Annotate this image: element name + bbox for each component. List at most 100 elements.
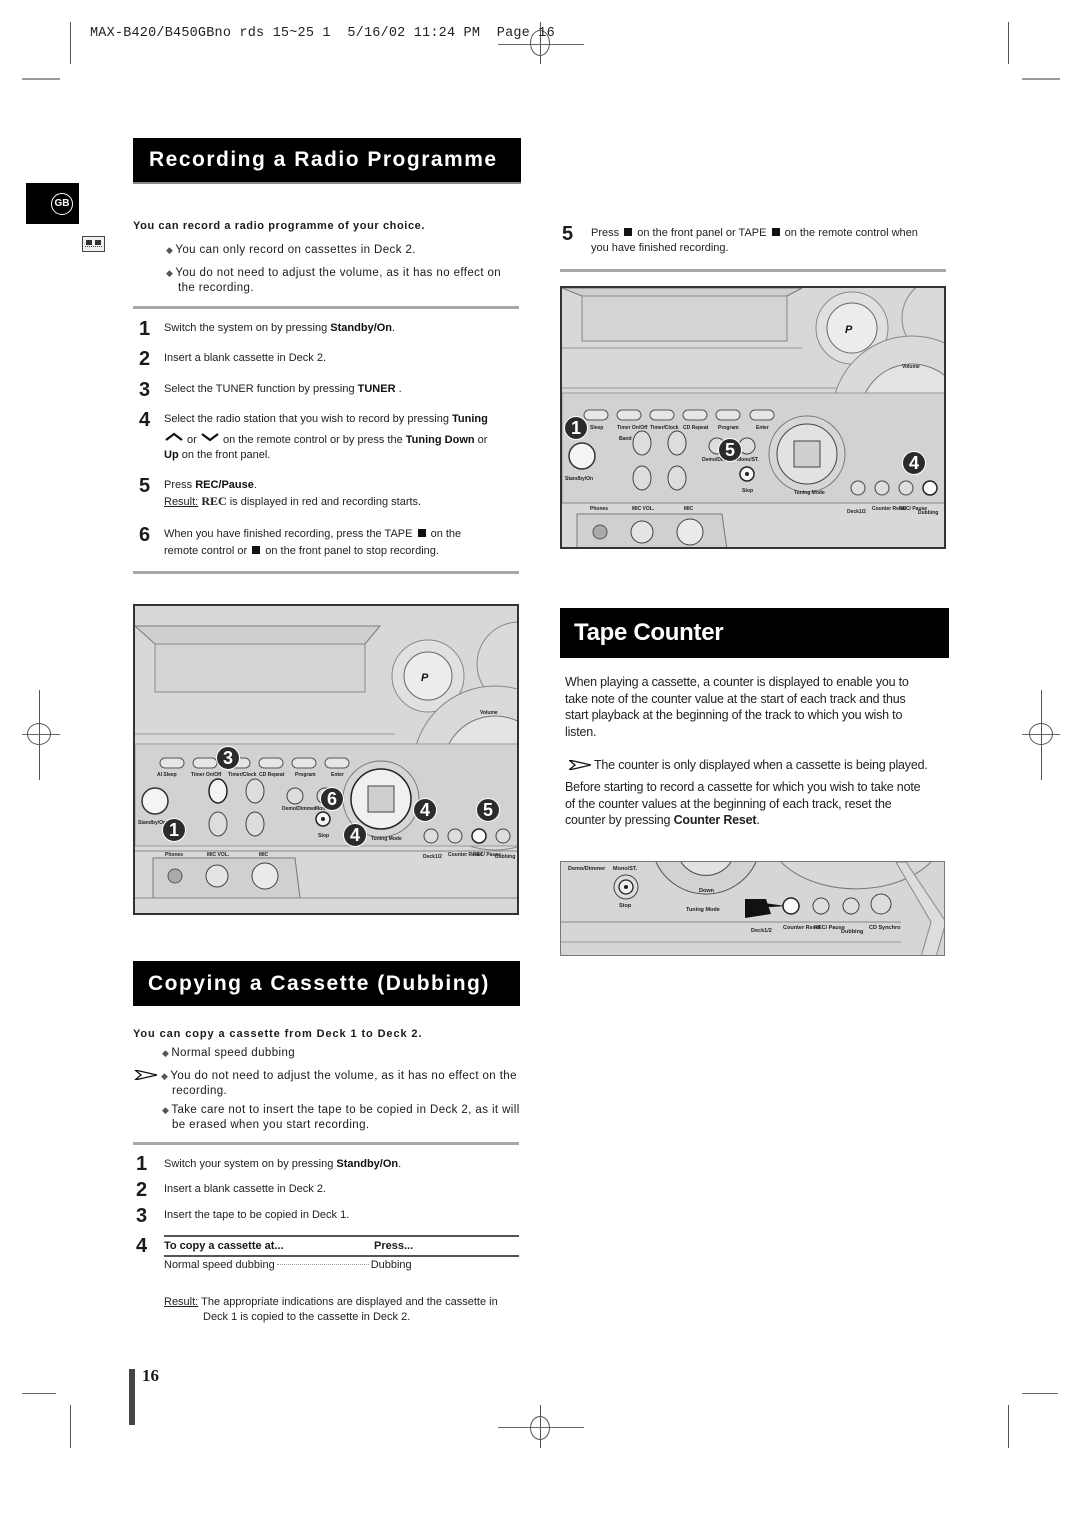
step-result: Result: The appropriate indications are … [164,1296,498,1308]
panel-label: Deck1/2 [847,509,866,515]
panel-label: CD Repeat [683,425,709,431]
panel-label: Timer/Clock [228,772,257,778]
panel-label: Timer On/Off [617,425,648,431]
panel-label: Dubbing [841,929,863,935]
copying-intro: You can copy a cassette from Deck 1 to D… [133,1028,423,1040]
panel-label: MIC VOL. [632,506,655,512]
chevron-down-icon [201,433,219,442]
step-text: Up on the front panel. [164,449,271,461]
front-panel-drawing: Sleep Timer On/Off Timer/Clock CD Repeat… [562,288,944,547]
step-text: Insert the tape to be copied in Deck 1. [164,1209,350,1221]
step-text: When you have finished recording, press … [164,528,462,540]
panel-label: AI Sleep [157,772,177,778]
leader-dots [276,1264,369,1265]
step-number: 1 [136,1153,148,1175]
panel-label: Stop [318,833,329,839]
recording-bullet-cont: the recording. [178,282,254,294]
step-result: Deck 1 is copied to the cassette in Deck… [203,1311,411,1323]
panel-label: Volume [480,710,498,716]
panel-label: Mono/ST. [737,457,760,463]
panel-label: Sleep [590,425,603,431]
panel-label: Tuning Mode [686,907,720,913]
divider [133,571,519,574]
recording-intro: You can record a radio programme of your… [133,220,426,232]
panel-label: CD Repeat [259,772,285,778]
front-panel-illustration: Sleep Timer On/Off Timer/Clock CD Repeat… [560,286,946,549]
table-rule [164,1255,519,1257]
language-badge: GB [26,183,79,224]
panel-label: Stop [619,903,632,909]
panel-label: Enter [756,425,769,431]
note-arrow-icon [134,1070,158,1080]
table-rule [164,1235,519,1237]
page-marker-bar [129,1369,135,1425]
step-text: Select the TUNER function by pressing TU… [164,383,402,395]
panel-label: MIC [259,852,269,858]
counter-panel-illustration: Demo/Dimmer Mono/ST. Stop Down Tuning Mo… [560,861,945,956]
crop-mark [70,1405,71,1448]
copying-bullet: ◆ Take care not to insert the tape to be … [162,1104,520,1116]
step-text: remote control or on the front panel to … [164,545,439,557]
psound-logo: P [845,324,853,336]
callout-marker: 6 [320,787,344,811]
panel-label: Program [718,425,739,431]
step-number: 2 [139,348,151,370]
table-header: Press... [374,1240,414,1252]
step-text: Press on the front panel or TAPE on the … [591,227,918,239]
stop-square-icon [417,529,426,537]
stop-square-icon [252,546,261,554]
divider [133,1142,519,1145]
chevron-up-icon [165,432,183,441]
crop-mark [22,78,60,80]
crop-mark [22,1393,56,1394]
copying-bullet-cont: recording. [172,1085,228,1097]
section-title-copying: Copying a Cassette (Dubbing) [133,961,520,1006]
gb-icon: GB [51,192,73,215]
tape-counter-paragraph: Before starting to record a cassette for… [565,780,921,827]
step-text: Press REC/Pause. [164,479,257,491]
divider [133,306,519,309]
step-number: 6 [139,524,151,546]
callout-marker: 5 [476,798,500,822]
stop-square-icon [624,228,633,236]
panel-label: Tuning Mode [794,490,825,496]
callout-marker: 3 [216,746,240,770]
registration-mark [1029,723,1053,745]
panel-label: Program [295,772,316,778]
panel-label: Volume [902,364,920,370]
panel-label: Down [699,888,715,894]
copying-bullet: ◆ You do not need to adjust the volume, a… [133,1068,517,1084]
callout-marker: 4 [413,798,437,822]
cassette-icon [82,236,105,252]
panel-label: Phones [165,852,183,858]
panel-label: CD Synchro [869,925,901,931]
callout-marker: 5 [718,438,742,462]
step-number: 3 [136,1205,148,1227]
diamond-bullet-icon: ◆ [161,1071,169,1081]
callout-marker: 4 [902,451,926,475]
copying-bullet: ◆ Normal speed dubbing [162,1047,296,1059]
note-arrow-icon [569,760,591,770]
copying-bullet-cont: be erased when you start recording. [172,1119,370,1131]
step-number: 4 [136,1235,148,1257]
diamond-bullet-icon: ◆ [166,268,174,278]
recording-bullet: ◆ You can only record on cassettes in Dec… [166,244,416,256]
panel-label: Deck1/2 [423,854,442,860]
step-result: Result: REC is displayed in red and reco… [164,494,422,508]
panel-label: Dubbing [495,854,515,860]
stop-square-icon [771,228,780,236]
crop-mark [1022,78,1060,80]
panel-label: MIC VOL. [207,852,230,858]
page-number: 16 [142,1366,159,1385]
panel-label: Timer/Clock [650,425,679,431]
table-row: Normal speed dubbing Dubbing [164,1259,412,1271]
front-panel-illustration: AI Sleep Timer On/Off Timer/Clock CD Rep… [133,604,519,915]
crop-mark [1008,1405,1009,1448]
step-text: Insert a blank cassette in Deck 2. [164,352,327,364]
panel-label: Timer On/Off [191,772,222,778]
panel-label: Deck1/2 [751,928,772,934]
step-number: 5 [139,475,151,497]
print-slug: MAX-B420/B450GBno rds 15~25 1 5/16/02 11… [90,26,555,41]
diamond-bullet-icon: ◆ [162,1048,170,1058]
panel-label: Stop [742,488,753,494]
